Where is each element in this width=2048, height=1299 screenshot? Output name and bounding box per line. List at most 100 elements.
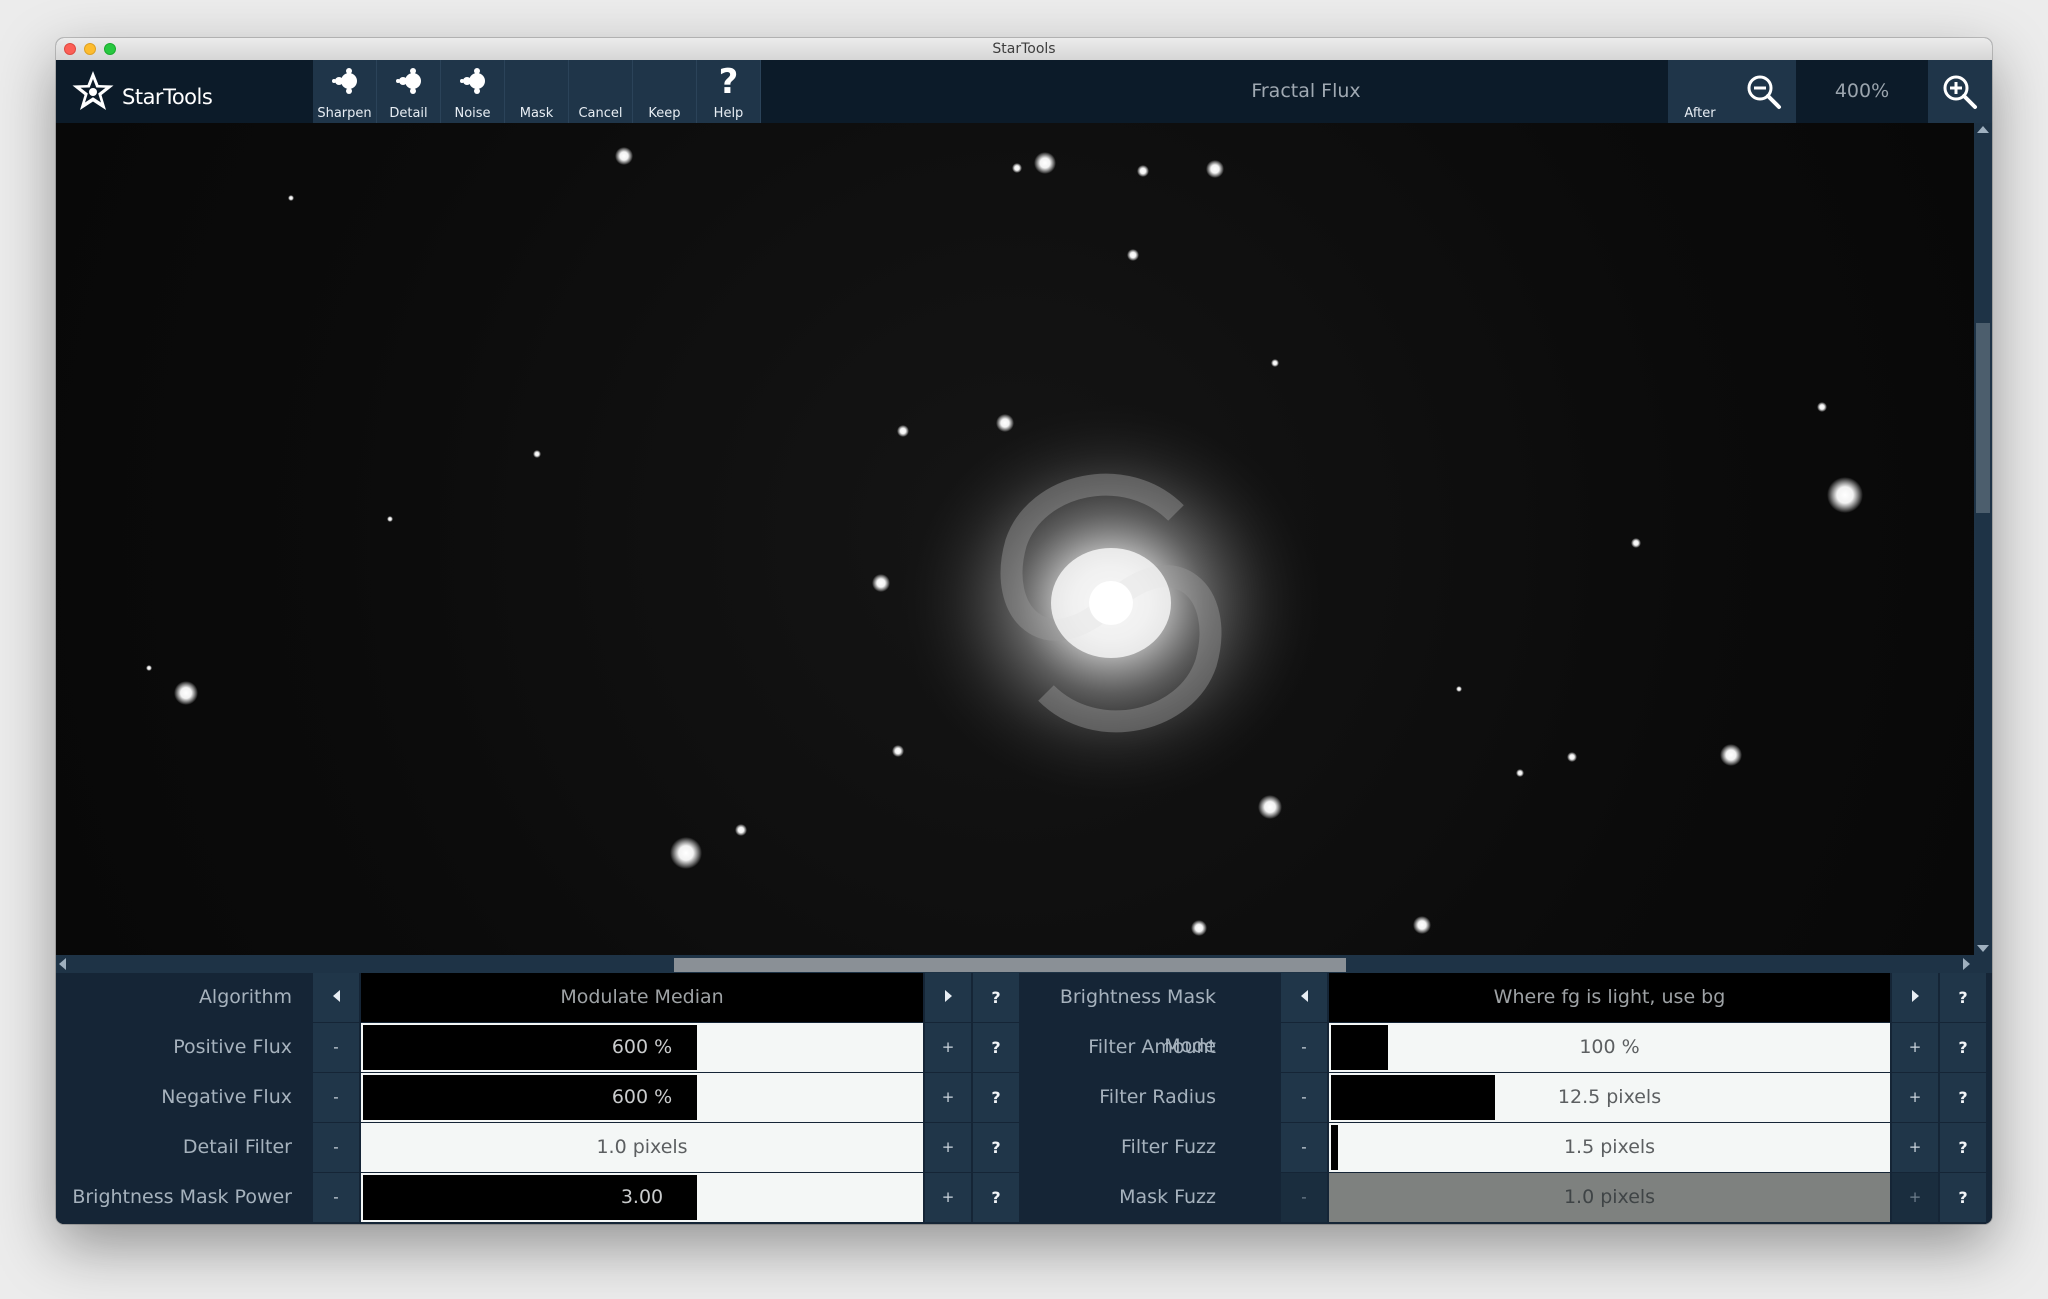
triangle-left-icon <box>332 990 340 1002</box>
noise-button[interactable]: Noise <box>441 60 505 123</box>
param-label: Filter Amount <box>1088 1036 1216 1058</box>
param-row-brightness-mask-power: Brightness Mask Power - 3.00 + ? Mask Fu… <box>56 1173 1992 1222</box>
param-help-button[interactable]: ? <box>1940 1073 1986 1122</box>
toolbar: StarTools Sharpen Detail Noise Mask Canc… <box>56 60 1992 123</box>
triangle-right-icon <box>944 990 952 1002</box>
filter-amount-slider[interactable]: 100 % <box>1329 1023 1890 1072</box>
param-label: Algorithm <box>198 986 292 1008</box>
param-value: 100 % <box>1579 1036 1640 1058</box>
decrement-button[interactable]: - <box>1281 1123 1327 1172</box>
scroll-right-arrow-icon[interactable] <box>1963 958 1970 970</box>
scroll-down-arrow-icon[interactable] <box>1977 945 1989 952</box>
param-help-button[interactable]: ? <box>973 1073 1019 1122</box>
detail-label: Detail <box>389 106 428 121</box>
param-help-button[interactable]: ? <box>973 1023 1019 1072</box>
increment-button[interactable]: + <box>1892 1173 1938 1222</box>
filter-radius-slider[interactable]: 12.5 pixels <box>1329 1073 1890 1122</box>
param-value: Modulate Median <box>560 986 724 1008</box>
param-value: 12.5 pixels <box>1557 1086 1662 1108</box>
next-option-button[interactable] <box>1892 973 1938 1022</box>
param-help-button[interactable]: ? <box>973 1173 1019 1222</box>
decrement-button[interactable]: - <box>1281 1073 1327 1122</box>
param-label: Brightness Mask Mode <box>1059 986 1216 1057</box>
param-value: 600 % <box>611 1036 673 1058</box>
decrement-button[interactable]: - <box>1281 1173 1327 1222</box>
algorithm-select[interactable]: Modulate Median <box>361 973 923 1022</box>
keep-button[interactable]: Keep <box>633 60 697 123</box>
zoom-in-button[interactable] <box>1928 60 1992 123</box>
param-help-button[interactable]: ? <box>1940 1173 1986 1222</box>
image-viewport[interactable] <box>56 123 1974 955</box>
galaxy-image <box>146 147 1863 936</box>
param-help-button[interactable]: ? <box>973 973 1019 1022</box>
param-value: 3.00 <box>620 1186 664 1208</box>
scroll-up-arrow-icon[interactable] <box>1977 126 1989 133</box>
app-window: StarTools StarTools Sharpen Detail Noise… <box>56 38 1992 1224</box>
keep-label: Keep <box>648 106 681 121</box>
mask-label: Mask <box>519 106 554 121</box>
help-button[interactable]: ? Help <box>697 60 761 123</box>
horizontal-scroll-thumb[interactable] <box>674 958 1346 972</box>
increment-button[interactable]: + <box>925 1073 971 1122</box>
window-title: StarTools <box>992 41 1056 57</box>
param-value: Where fg is light, use bg <box>1493 986 1726 1008</box>
decrement-button[interactable]: - <box>313 1173 359 1222</box>
vertical-scrollbar[interactable] <box>1974 123 1992 955</box>
app-logo: StarTools <box>56 60 313 123</box>
horizontal-scrollbar[interactable] <box>56 955 1992 973</box>
param-label: Filter Fuzz <box>1121 1136 1216 1158</box>
star-logo-icon <box>72 70 114 110</box>
positive-flux-slider[interactable]: 600 % <box>361 1023 923 1072</box>
increment-button[interactable]: + <box>925 1123 971 1172</box>
brightness-mask-mode-select[interactable]: Where fg is light, use bg <box>1329 973 1890 1022</box>
brightness-mask-power-slider[interactable]: 3.00 <box>361 1173 923 1222</box>
decrement-button[interactable]: - <box>1281 1023 1327 1072</box>
param-row-algorithm: Algorithm Modulate Median ? Brightness M… <box>56 973 1992 1057</box>
param-value: 1.0 pixels <box>1563 1186 1656 1208</box>
detail-filter-slider[interactable]: 1.0 pixels <box>361 1123 923 1172</box>
param-help-button[interactable]: ? <box>973 1123 1019 1172</box>
param-help-button[interactable]: ? <box>1940 1123 1986 1172</box>
detail-button[interactable]: Detail <box>377 60 441 123</box>
increment-button[interactable]: + <box>1892 1123 1938 1172</box>
triangle-left-icon <box>1300 990 1308 1002</box>
next-option-button[interactable] <box>925 973 971 1022</box>
param-row-negative-flux: Negative Flux - 600 % + ? Filter Radius … <box>56 1073 1992 1122</box>
param-row-detail-filter: Detail Filter - 1.0 pixels + ? Filter Fu… <box>56 1123 1992 1172</box>
scroll-left-arrow-icon[interactable] <box>59 958 66 970</box>
negative-flux-slider[interactable]: 600 % <box>361 1073 923 1122</box>
sharpen-button[interactable]: Sharpen <box>313 60 377 123</box>
param-label: Filter Radius <box>1099 1086 1216 1108</box>
param-label: Negative Flux <box>161 1086 292 1108</box>
decrement-button[interactable]: - <box>313 1073 359 1122</box>
param-label: Mask Fuzz <box>1119 1186 1216 1208</box>
mask-fuzz-slider[interactable]: 1.0 pixels <box>1329 1173 1890 1222</box>
param-help-button[interactable]: ? <box>1940 973 1986 1022</box>
noise-label: Noise <box>454 106 491 121</box>
before-after-toggle[interactable]: After <box>1668 60 1732 123</box>
zoom-in-icon <box>1943 75 1977 109</box>
decrement-button[interactable]: - <box>313 1023 359 1072</box>
zoom-out-icon <box>1747 75 1781 109</box>
param-label: Detail Filter <box>182 1136 292 1158</box>
vertical-scroll-thumb[interactable] <box>1976 323 1990 513</box>
increment-button[interactable]: + <box>925 1173 971 1222</box>
mask-button[interactable]: Mask <box>505 60 569 123</box>
param-value: 600 % <box>611 1086 673 1108</box>
increment-button[interactable]: + <box>1892 1073 1938 1122</box>
cancel-label: Cancel <box>578 106 623 121</box>
previous-option-button[interactable] <box>1281 973 1327 1022</box>
app-name: StarTools <box>122 84 213 109</box>
zoom-out-button[interactable] <box>1732 60 1796 123</box>
cancel-button[interactable]: Cancel <box>569 60 633 123</box>
param-help-button[interactable]: ? <box>1940 1023 1986 1072</box>
decrement-button[interactable]: - <box>313 1123 359 1172</box>
param-label: Brightness Mask Power <box>72 1186 292 1208</box>
previous-option-button[interactable] <box>313 973 359 1022</box>
help-label: Help <box>713 106 744 121</box>
filter-fuzz-slider[interactable]: 1.5 pixels <box>1329 1123 1890 1172</box>
increment-button[interactable]: + <box>1892 1023 1938 1072</box>
param-value: 1.0 pixels <box>596 1136 688 1158</box>
increment-button[interactable]: + <box>925 1023 971 1072</box>
after-label: After <box>1684 106 1716 121</box>
